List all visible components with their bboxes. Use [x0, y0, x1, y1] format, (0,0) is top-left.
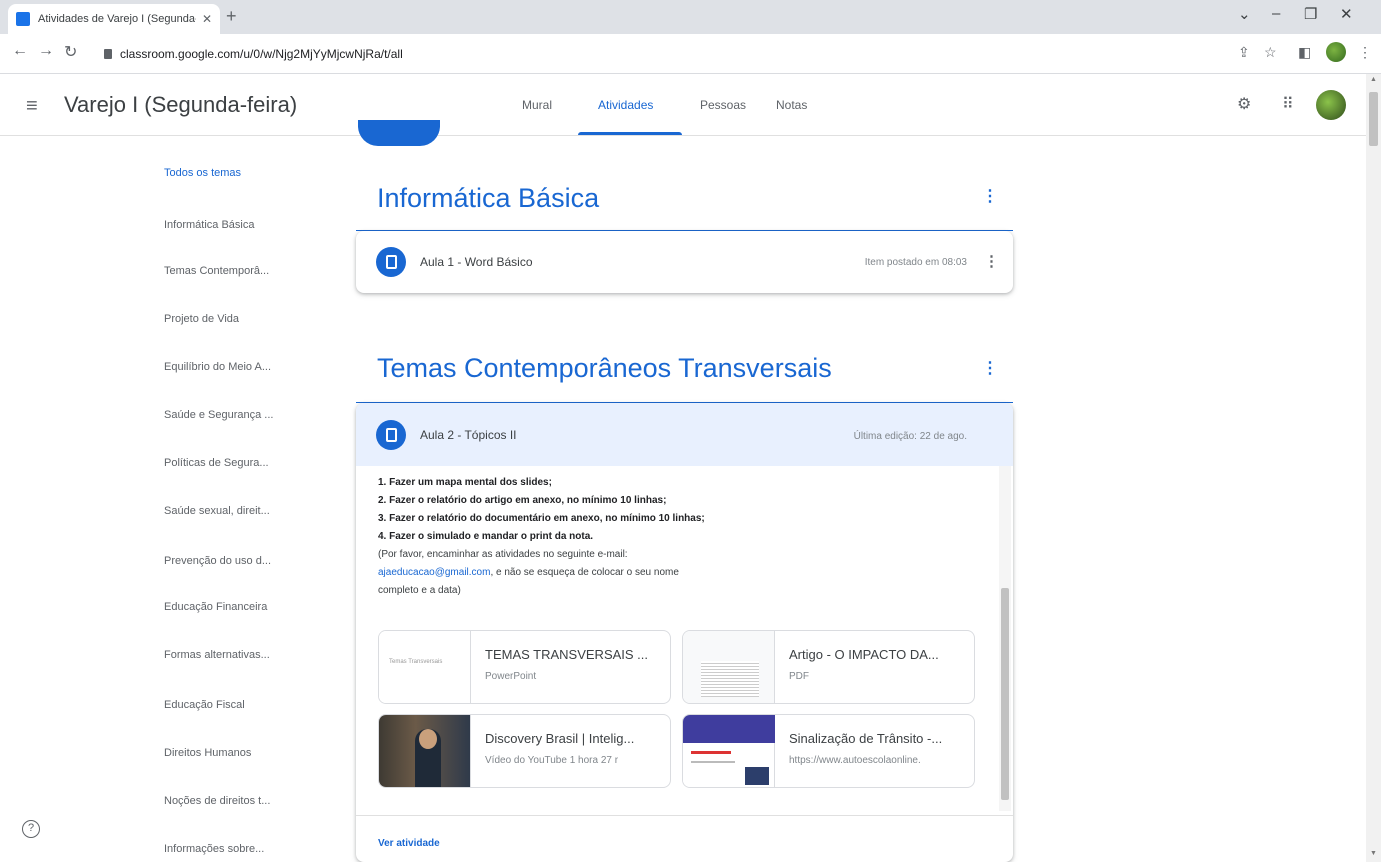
instruction-line: 4. Fazer o simulado e mandar o print da …	[378, 531, 594, 542]
classroom-favicon-icon	[16, 12, 30, 26]
card-footer-divider	[356, 815, 1013, 816]
topic-title: Informática Básica	[377, 183, 600, 213]
side-panel-icon[interactable]: ◧	[1298, 44, 1311, 61]
reload-icon[interactable]: ↻	[64, 42, 77, 62]
ppt-thumbnail: Temas Transversais	[379, 631, 471, 703]
page-scroll-thumb[interactable]	[1369, 92, 1378, 146]
attachment-youtube[interactable]: Discovery Brasil | Intelig... Vídeo do Y…	[378, 714, 671, 788]
video-thumbnail	[379, 715, 471, 787]
assignment-title: Aula 1 - Word Básico	[420, 255, 533, 269]
topic-item[interactable]: Temas Contemporâ...	[164, 265, 269, 277]
topic-all[interactable]: Todos os temas	[164, 167, 241, 179]
tab-notas[interactable]: Notas	[776, 98, 807, 112]
create-button[interactable]	[358, 120, 440, 146]
share-icon[interactable]: ⇪	[1238, 44, 1250, 61]
attachment-title: Discovery Brasil | Intelig...	[485, 731, 635, 746]
assignment-options-icon[interactable]: ⋮	[984, 252, 999, 270]
tab-pessoas[interactable]: Pessoas	[700, 98, 746, 112]
description-scrollbar[interactable]	[999, 466, 1011, 811]
apps-grid-icon[interactable]: ⠿	[1282, 94, 1294, 114]
main-menu-icon[interactable]: ≡	[26, 95, 38, 118]
address-bar[interactable]: classroom.google.com/u/0/w/Njg2MjYyMjcwN…	[92, 40, 1222, 68]
topic-item[interactable]: Prevenção do uso d...	[164, 555, 271, 567]
assignment-card-expanded: Aula 2 - Tópicos II Última edição: 22 de…	[356, 403, 1013, 862]
scroll-down-icon[interactable]: ▼	[1370, 850, 1377, 857]
help-icon[interactable]: ?	[22, 820, 40, 838]
topic-item[interactable]: Projeto de Vida	[164, 313, 239, 325]
instruction-line: 3. Fazer o relatório do documentário em …	[378, 513, 705, 524]
tab-atividades[interactable]: Atividades	[598, 98, 653, 112]
minimize-icon[interactable]: –	[1272, 5, 1280, 22]
topic-title: Temas Contemporâneos Transversais	[377, 353, 832, 383]
classroom-header: ≡ Varejo I (Segunda-feira) Mural Ativida…	[0, 74, 1366, 136]
settings-gear-icon[interactable]: ⚙	[1237, 94, 1251, 114]
attachment-title: Sinalização de Trânsito -...	[789, 731, 943, 746]
browser-tab[interactable]: Atividades de Varejo I (Segunda- ✕	[8, 4, 220, 34]
note-text: completo e a data)	[378, 585, 461, 596]
browser-menu-icon[interactable]: ⋮	[1358, 44, 1372, 61]
topic-options-icon[interactable]: ⋮	[982, 186, 998, 206]
attachment-type: PDF	[789, 671, 809, 682]
browser-tab-title: Atividades de Varejo I (Segunda-	[38, 13, 196, 25]
assignment-description: 1. Fazer um mapa mental dos slides; 2. F…	[378, 474, 998, 600]
attachment-type: PowerPoint	[485, 671, 537, 682]
maximize-icon[interactable]: ❐	[1304, 5, 1317, 23]
scroll-up-icon[interactable]: ▲	[1370, 76, 1377, 83]
topic-options-icon[interactable]: ⋮	[982, 358, 998, 378]
assignment-card[interactable]: Aula 1 - Word Básico Item postado em 08:…	[356, 231, 1013, 293]
back-icon[interactable]: ←	[12, 42, 28, 60]
active-tab-indicator	[578, 132, 682, 135]
close-tab-icon[interactable]: ✕	[202, 12, 212, 26]
description-scroll-thumb[interactable]	[1001, 588, 1009, 800]
note-text: (Por favor, encaminhar as atividades no …	[378, 549, 628, 560]
topic-item[interactable]: Saúde sexual, direit...	[164, 505, 270, 517]
ppt-thumbnail-label: Temas Transversais	[389, 659, 443, 665]
topic-item[interactable]: Formas alternativas...	[164, 649, 270, 661]
instruction-line: 2. Fazer o relatório do artigo em anexo,…	[378, 495, 667, 506]
assignment-meta: Item postado em 08:03	[864, 257, 967, 268]
pdf-thumbnail	[683, 631, 775, 703]
assignment-icon	[376, 247, 406, 277]
lock-icon	[104, 49, 112, 59]
address-bar-url: classroom.google.com/u/0/w/Njg2MjYyMjcwN…	[120, 47, 403, 61]
user-avatar[interactable]	[1316, 90, 1346, 120]
forward-icon[interactable]: →	[38, 42, 54, 60]
tab-search-icon[interactable]: ⌄	[1238, 5, 1251, 23]
window-close-icon[interactable]: ✕	[1340, 5, 1353, 23]
assignment-meta: Última edição: 22 de ago.	[853, 431, 967, 442]
topic-item[interactable]: Informática Básica	[164, 219, 254, 231]
course-title[interactable]: Varejo I (Segunda-feira)	[64, 92, 297, 118]
link-thumbnail	[683, 715, 775, 787]
attachment-title: Artigo - O IMPACTO DA...	[789, 647, 939, 662]
browser-profile-avatar[interactable]	[1326, 42, 1346, 62]
bookmark-star-icon[interactable]: ☆	[1264, 44, 1277, 61]
new-tab-icon[interactable]: +	[226, 6, 237, 27]
assignment-icon	[376, 420, 406, 450]
tab-mural[interactable]: Mural	[522, 98, 552, 112]
browser-toolbar: ← → ↻ classroom.google.com/u/0/w/Njg2MjY…	[0, 34, 1381, 74]
topic-item[interactable]: Políticas de Segura...	[164, 457, 269, 469]
assignment-header[interactable]: Aula 2 - Tópicos II Última edição: 22 de…	[356, 403, 1013, 466]
attachment-link[interactable]: Sinalização de Trânsito -... https://www…	[682, 714, 975, 788]
topic-item[interactable]: Equilíbrio do Meio A...	[164, 361, 271, 373]
topic-item[interactable]: Educação Financeira	[164, 601, 267, 613]
attachment-url: https://www.autoescolaonline.	[789, 755, 921, 766]
view-assignment-link[interactable]: Ver atividade	[378, 838, 440, 849]
assignment-title: Aula 2 - Tópicos II	[420, 428, 517, 442]
topic-item[interactable]: Noções de direitos t...	[164, 795, 270, 807]
attachment-pdf[interactable]: Artigo - O IMPACTO DA... PDF	[682, 630, 975, 704]
email-link[interactable]: ajaeducacao@gmail.com	[378, 567, 490, 578]
attachment-ppt[interactable]: Temas Transversais TEMAS TRANSVERSAIS ..…	[378, 630, 671, 704]
note-text: , e não se esqueça de colocar o seu nome	[490, 567, 679, 578]
topic-item[interactable]: Educação Fiscal	[164, 699, 245, 711]
topic-item[interactable]: Direitos Humanos	[164, 747, 251, 759]
page-scrollbar[interactable]: ▲ ▼	[1366, 74, 1381, 862]
instruction-line: 1. Fazer um mapa mental dos slides;	[378, 477, 552, 488]
browser-tabbar: Atividades de Varejo I (Segunda- ✕ + ⌄ –…	[0, 0, 1381, 34]
topic-item[interactable]: Informações sobre...	[164, 843, 264, 855]
attachment-title: TEMAS TRANSVERSAIS ...	[485, 647, 649, 662]
attachment-type: Vídeo do YouTube 1 hora 27 r	[485, 755, 619, 766]
topic-item[interactable]: Saúde e Segurança ...	[164, 409, 273, 421]
